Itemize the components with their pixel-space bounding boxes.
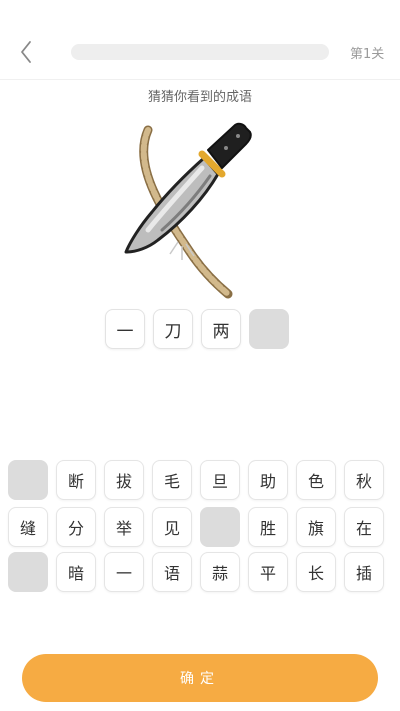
choice-tile[interactable]: 蒜 (200, 552, 240, 592)
choice-tile[interactable]: 举 (104, 507, 144, 547)
answer-slot-3[interactable]: 两 (201, 309, 241, 349)
choice-tile[interactable]: 秋 (344, 460, 384, 500)
back-button[interactable] (16, 38, 40, 66)
choice-tile[interactable] (8, 460, 48, 500)
choice-tile[interactable]: 断 (56, 460, 96, 500)
answer-slot-2[interactable]: 刀 (153, 309, 193, 349)
choice-tile[interactable] (200, 507, 240, 547)
choice-tile[interactable]: 平 (248, 552, 288, 592)
choice-tile[interactable]: 助 (248, 460, 288, 500)
choice-tile[interactable]: 毛 (152, 460, 192, 500)
choice-tile[interactable]: 一 (104, 552, 144, 592)
choice-tile[interactable]: 色 (296, 460, 336, 500)
answer-slot-1[interactable]: 一 (105, 309, 145, 349)
top-bar: 第1关 (0, 0, 400, 80)
choice-tile[interactable]: 语 (152, 552, 192, 592)
choice-tile[interactable]: 暗 (56, 552, 96, 592)
choice-tile[interactable]: 胜 (248, 507, 288, 547)
knife-cutting-rope-icon (124, 122, 252, 299)
choice-tile[interactable]: 见 (152, 507, 192, 547)
choice-tile[interactable]: 分 (56, 507, 96, 547)
level-progress-bar (71, 44, 329, 60)
choice-tile[interactable]: 在 (344, 507, 384, 547)
answer-slot-4[interactable] (249, 309, 289, 349)
choice-tile[interactable]: 插 (344, 552, 384, 592)
choice-tile[interactable]: 旦 (200, 460, 240, 500)
question-prompt: 猜猜你看到的成语 (147, 90, 252, 105)
character-choice-grid: 断 拔 毛 旦 助 色 秋 缝 分 举 见 胜 旗 在 暗 一 语 蒜 平 长 … (8, 460, 392, 594)
chevron-left-icon (21, 41, 31, 63)
answer-slots: 一 刀 两 (105, 309, 295, 349)
choice-tile[interactable]: 缝 (8, 507, 48, 547)
choice-tile[interactable]: 长 (296, 552, 336, 592)
choice-tile[interactable] (8, 552, 48, 592)
choice-tile[interactable]: 拔 (104, 460, 144, 500)
choice-tile[interactable]: 旗 (296, 507, 336, 547)
level-label: 第1关 (350, 47, 385, 62)
confirm-button[interactable]: 确定 (22, 654, 378, 702)
